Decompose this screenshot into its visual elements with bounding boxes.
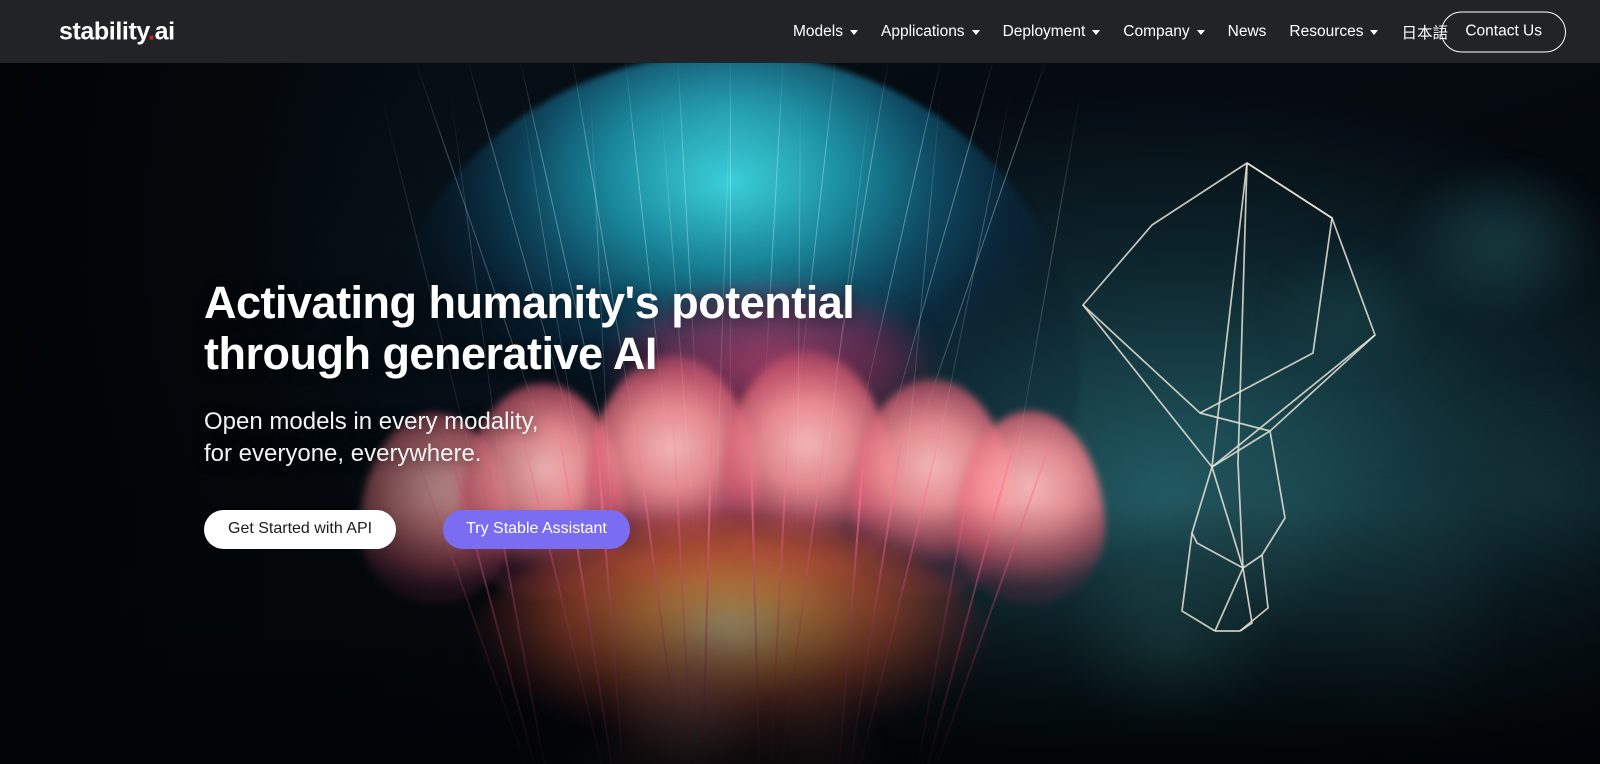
nav-item-deployment[interactable]: Deployment <box>1003 23 1101 41</box>
try-stable-assistant-button[interactable]: Try Stable Assistant <box>443 509 630 549</box>
nav-label-applications: Applications <box>880 22 965 40</box>
nav-item-models[interactable]: Models <box>793 23 858 41</box>
chevron-down-icon <box>849 30 858 35</box>
hero-headline: Activating humanity's potential through … <box>204 277 855 380</box>
logo-suffix: ai <box>154 17 175 45</box>
hero-cta-row: Get Started with API Try Stable Assistan… <box>204 509 1104 549</box>
hero-subheadline-line1: Open models in every modality, <box>204 408 539 436</box>
nav-label-news: News <box>1227 22 1267 40</box>
nav-label-resources: Resources <box>1289 22 1364 40</box>
chevron-down-icon <box>1092 30 1101 35</box>
chevron-down-icon <box>971 30 980 35</box>
hero-section: Activating humanity's potential through … <box>0 63 1600 764</box>
main-navigation: Models Applications Deployment Company N… <box>793 21 1448 43</box>
nav-item-resources[interactable]: Resources <box>1289 22 1379 41</box>
nav-item-company[interactable]: Company <box>1123 22 1205 41</box>
hero-subheadline: Open models in every modality, for every… <box>204 406 1104 469</box>
site-header: stability.ai Models Applications Deploym… <box>0 0 1600 63</box>
nav-label-deployment: Deployment <box>1002 22 1086 40</box>
nav-label-company: Company <box>1123 22 1190 40</box>
nav-item-applications[interactable]: Applications <box>881 23 980 41</box>
chevron-down-icon <box>1196 30 1205 35</box>
nav-item-news[interactable]: News <box>1228 23 1267 41</box>
hero-subheadline-line2: for everyone, everywhere. <box>204 439 482 467</box>
nav-label-models: Models <box>793 22 843 40</box>
logo-text: stability <box>59 17 149 45</box>
hero-content: Activating humanity's potential through … <box>204 63 1104 764</box>
site-logo[interactable]: stability.ai <box>59 17 175 46</box>
chevron-down-icon <box>1370 30 1379 35</box>
get-started-with-api-button[interactable]: Get Started with API <box>204 509 397 549</box>
contact-us-button[interactable]: Contact Us <box>1441 11 1566 52</box>
